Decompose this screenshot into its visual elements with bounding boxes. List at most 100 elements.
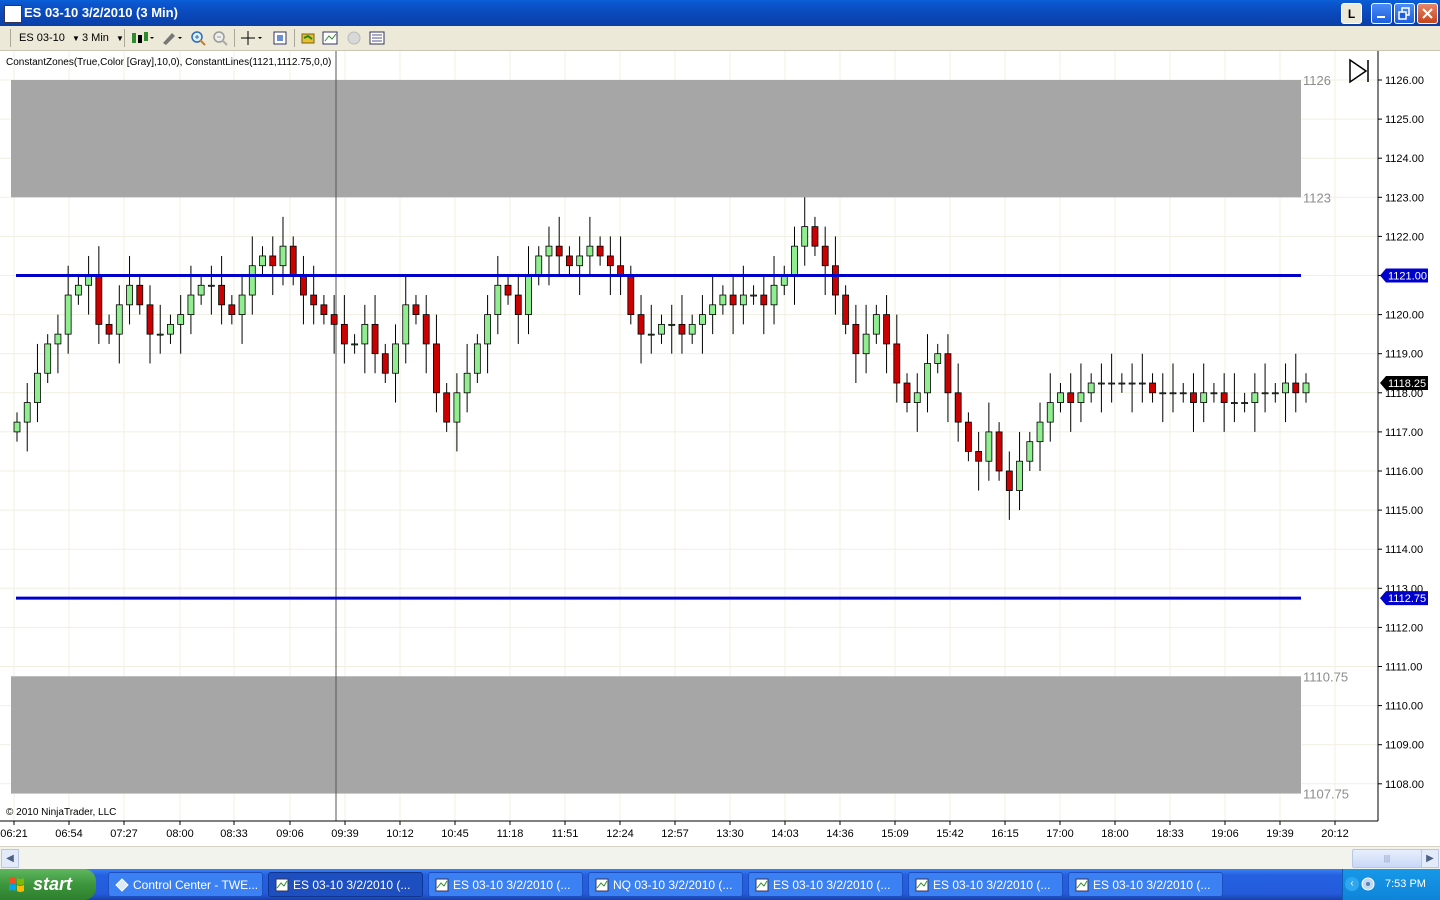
close-icon <box>1422 8 1433 19</box>
x-axis-tick-label: 09:06 <box>276 828 304 840</box>
x-axis-tick-label: 08:33 <box>220 828 248 840</box>
indicators-button[interactable] <box>322 30 338 46</box>
y-axis-tick-label: 1111.00 <box>1385 662 1422 674</box>
candle-body <box>832 265 839 296</box>
zoom-in-button[interactable] <box>190 30 206 46</box>
minimize-icon <box>1377 16 1385 18</box>
candle-body <box>443 392 451 423</box>
control-center-icon <box>115 878 129 892</box>
candle-body <box>739 294 747 306</box>
chart-style-button[interactable] <box>130 30 154 46</box>
candle-body <box>1230 402 1238 404</box>
candle-body <box>463 372 471 394</box>
toolbar-separator <box>124 29 125 47</box>
system-tray: ‹ 7:53 PM <box>1342 869 1440 900</box>
drawing-tools-button[interactable] <box>160 30 184 46</box>
candle-body <box>709 304 717 315</box>
toolbar-grip <box>10 29 11 47</box>
chart-window-icon <box>435 878 449 892</box>
candle-body <box>197 284 205 296</box>
x-axis-tick-label: 08:00 <box>166 828 194 840</box>
y-axis-tick-label: 1126.00 <box>1385 75 1424 87</box>
candle-body <box>351 343 358 346</box>
candle-body <box>187 294 195 316</box>
candle-body <box>504 284 512 296</box>
candle-body <box>64 294 72 335</box>
record-button[interactable] <box>346 30 362 46</box>
y-axis-tick-label: 1114.00 <box>1385 544 1423 556</box>
restore-button[interactable] <box>1394 3 1415 24</box>
candle-body <box>883 314 890 345</box>
candle-body <box>576 255 584 267</box>
data-box-button[interactable] <box>369 30 385 46</box>
candle-body <box>1046 402 1054 423</box>
scroll-thumb[interactable]: ||| <box>1352 849 1422 868</box>
candle-body <box>699 314 706 325</box>
chevron-down-icon: ▼ <box>71 34 80 43</box>
x-axis-tick-label: 12:24 <box>606 828 634 840</box>
taskbar-item[interactable]: ES 03-10 3/2/2010 (... <box>268 872 423 897</box>
candle-body <box>105 323 113 335</box>
candle-body <box>1292 382 1300 394</box>
taskbar-item[interactable]: NQ 03-10 3/2/2010 (... <box>588 872 743 897</box>
toolbar-separator <box>294 29 295 47</box>
x-axis-tick-label: 19:39 <box>1266 828 1294 840</box>
candle-body <box>1190 392 1197 403</box>
candle-body <box>688 323 696 335</box>
x-axis-tick-label: 06:21 <box>0 828 28 840</box>
chart-window-icon <box>755 878 769 892</box>
candle-body <box>1302 382 1310 394</box>
zone-price-label: 1126 <box>1303 73 1331 88</box>
scroll-to-end-button[interactable] <box>1349 58 1369 84</box>
title-bar: ES 03-10 3/2/2010 (3 Min) L <box>0 0 1440 26</box>
scroll-to-end-icon <box>1349 58 1368 84</box>
candle-body <box>279 245 287 267</box>
candle-body <box>596 245 604 257</box>
interval-selector[interactable]: 3 Min ▼ <box>82 30 124 46</box>
minimize-button[interactable] <box>1371 3 1392 24</box>
instrument-selector[interactable]: ES 03-10 ▼ <box>19 30 80 46</box>
start-button[interactable]: start <box>0 869 96 900</box>
taskbar-item[interactable]: ES 03-10 3/2/2010 (... <box>748 872 903 897</box>
taskbar-item[interactable]: Control Center - TWE... <box>108 872 263 897</box>
candle-body <box>1149 382 1156 394</box>
candle-body <box>729 294 737 306</box>
x-axis-tick-label: 09:39 <box>331 828 359 840</box>
candle-body <box>872 314 880 335</box>
y-axis-tick-label: 1112.00 <box>1385 622 1423 634</box>
x-axis-tick-label: 18:00 <box>1101 828 1129 840</box>
x-axis-tick-label: 14:36 <box>826 828 854 840</box>
x-axis-tick-label: 13:30 <box>716 828 744 840</box>
chart-panel[interactable]: 1126 1123 1110.75 1107.75 1126.00 1125.00 1124… <box>0 51 1440 846</box>
scroll-right-button[interactable]: ▶ <box>1421 849 1439 868</box>
scroll-left-button[interactable]: ◀ <box>1 849 19 868</box>
taskbar-item[interactable]: ES 03-10 3/2/2010 (... <box>908 872 1063 897</box>
horizontal-scrollbar[interactable]: ◀ ||| ▶ <box>0 846 1440 869</box>
candle-body <box>218 284 226 306</box>
candle-body <box>1016 460 1023 491</box>
chart-window-icon <box>275 878 289 892</box>
show-hidden-icons-button[interactable]: ‹ <box>1345 877 1359 891</box>
x-axis-tick-label: 11:51 <box>552 828 579 840</box>
properties-button[interactable] <box>272 30 288 46</box>
network-icon[interactable] <box>1361 877 1375 891</box>
taskbar-item-label: ES 03-10 3/2/2010 (... <box>933 878 1051 892</box>
help-button[interactable]: L <box>1341 3 1362 24</box>
close-button[interactable] <box>1417 3 1438 24</box>
candle-body <box>453 392 461 423</box>
price-chart[interactable]: 1126 1123 1110.75 1107.75 1126.00 1125.00 1124… <box>0 51 1440 846</box>
taskbar-item[interactable]: ES 03-10 3/2/2010 (... <box>428 872 583 897</box>
zoom-out-icon <box>213 31 228 46</box>
y-axis-tick-label: 1115.00 <box>1385 505 1423 517</box>
zoom-out-button[interactable] <box>212 30 228 46</box>
taskbar-item[interactable]: ES 03-10 3/2/2010 (... <box>1068 872 1223 897</box>
candle-body <box>433 343 440 394</box>
candle-body <box>494 284 502 315</box>
candle-body <box>115 304 123 335</box>
candle-body <box>207 284 215 287</box>
crosshair-button[interactable] <box>240 30 264 46</box>
candle-body <box>95 275 103 325</box>
strategy-button[interactable] <box>300 30 316 46</box>
candle-body <box>13 421 21 433</box>
line-price-flag: 1112.75 <box>1388 593 1426 605</box>
